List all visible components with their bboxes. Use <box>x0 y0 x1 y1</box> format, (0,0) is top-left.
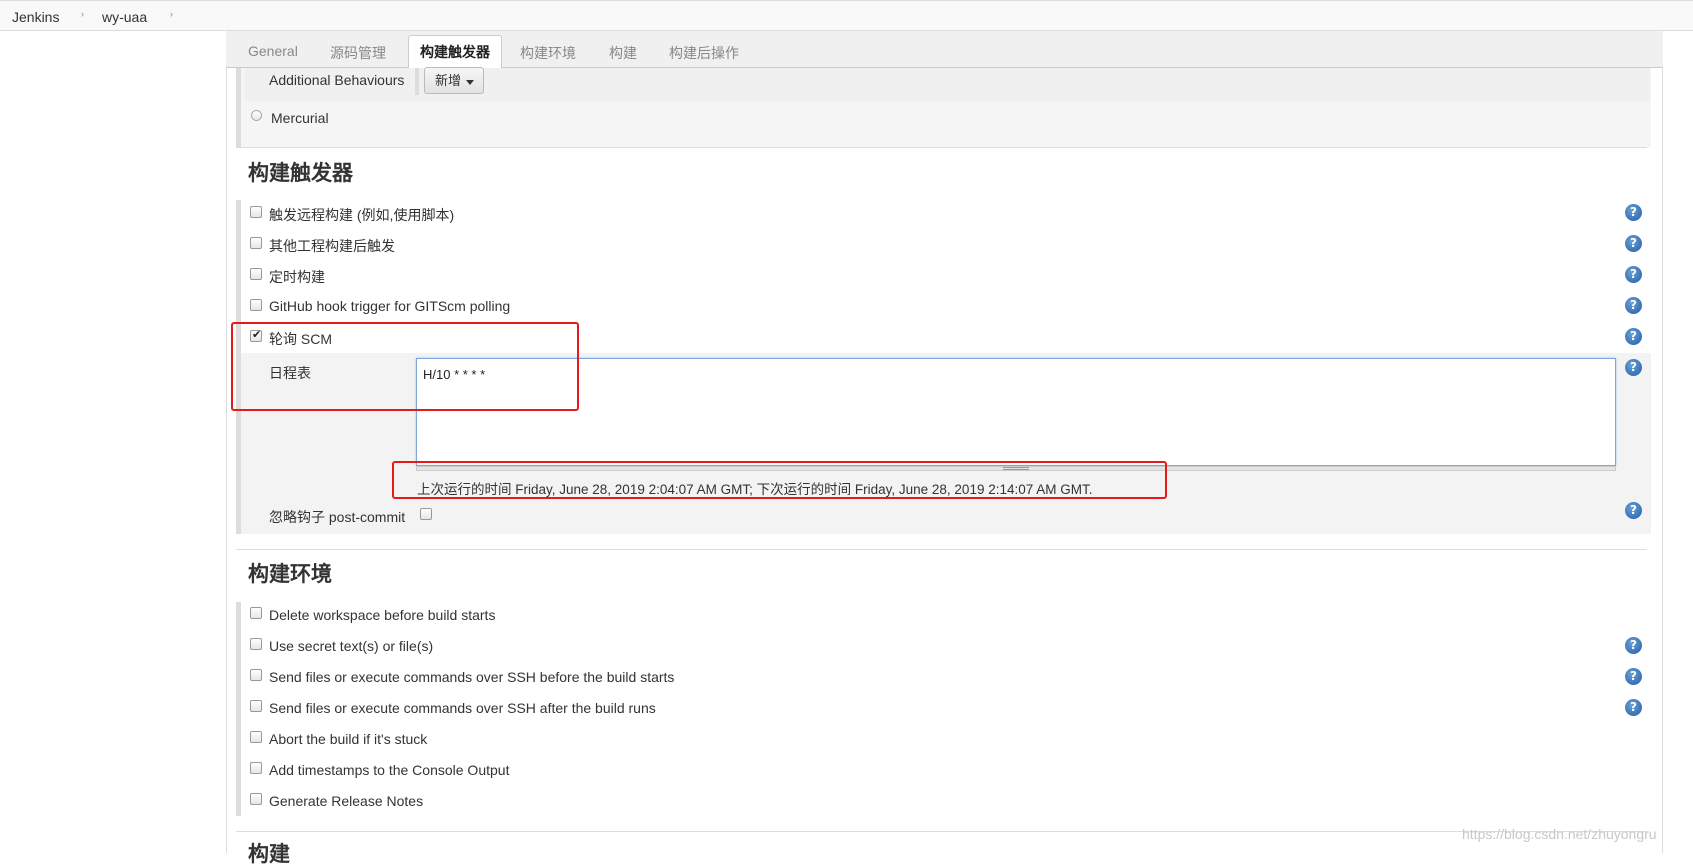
help-icon[interactable]: ? <box>1625 668 1642 685</box>
section-divider <box>236 147 1647 148</box>
help-icon[interactable]: ? <box>1625 502 1642 519</box>
schedule-textarea[interactable]: H/10 * * * * <box>416 358 1616 466</box>
ssh-after-build-checkbox[interactable] <box>250 700 262 712</box>
breadcrumb-item-jenkins[interactable]: Jenkins <box>12 9 59 25</box>
help-icon[interactable]: ? <box>1625 359 1642 376</box>
add-behaviour-button-label: 新增 <box>435 73 462 88</box>
section-divider <box>236 549 1647 550</box>
build-triggers-title: 构建触发器 <box>248 162 353 185</box>
ignore-post-commit-label: 忽略钩子 post-commit <box>269 509 406 525</box>
delete-workspace-label: Delete workspace before build starts <box>269 607 496 623</box>
additional-behaviours-label: Additional Behaviours <box>269 72 405 88</box>
caret-down-icon <box>466 80 474 85</box>
breadcrumb: Jenkins › wy-uaa › <box>0 0 1693 31</box>
tab-post-build-actions[interactable]: 构建后操作 <box>669 43 739 63</box>
trigger-after-other-checkbox[interactable] <box>250 237 262 249</box>
add-behaviour-button[interactable]: 新增 <box>424 67 484 94</box>
build-environment-title: 构建环境 <box>248 563 332 586</box>
breadcrumb-item-project[interactable]: wy-uaa <box>102 9 147 25</box>
config-tab-bar: General 源码管理 构建触发器 构建环境 构建 构建后操作 <box>226 31 1663 68</box>
secret-files-checkbox[interactable] <box>250 638 262 650</box>
environment-group-bar <box>236 602 241 816</box>
watermark: https://blog.csdn.net/zhuyongru <box>1462 826 1657 842</box>
tab-source-code-management[interactable]: 源码管理 <box>330 43 386 63</box>
trigger-remote-label: 触发远程构建 (例如,使用脚本) <box>269 207 455 223</box>
help-icon[interactable]: ? <box>1625 328 1642 345</box>
add-timestamps-label: Add timestamps to the Console Output <box>269 762 510 778</box>
help-icon[interactable]: ? <box>1625 297 1642 314</box>
add-timestamps-checkbox[interactable] <box>250 762 262 774</box>
tab-general[interactable]: General <box>248 43 298 59</box>
ignore-post-commit-checkbox[interactable] <box>420 508 432 520</box>
mercurial-radio[interactable] <box>251 110 262 121</box>
tab-build-triggers[interactable]: 构建触发器 <box>408 35 502 68</box>
help-icon[interactable]: ? <box>1625 204 1642 221</box>
help-icon[interactable]: ? <box>1625 699 1642 716</box>
delete-workspace-checkbox[interactable] <box>250 607 262 619</box>
trigger-github-hook-checkbox[interactable] <box>250 299 262 311</box>
build-section-title: 构建 <box>248 843 290 866</box>
highlight-box <box>392 461 1167 499</box>
help-icon[interactable]: ? <box>1625 235 1642 252</box>
trigger-periodic-label: 定时构建 <box>269 269 325 285</box>
trigger-after-other-label: 其他工程构建后触发 <box>269 238 395 254</box>
chevron-right-icon: › <box>81 9 84 19</box>
release-notes-checkbox[interactable] <box>250 793 262 805</box>
section-divider <box>236 831 1647 832</box>
ssh-before-build-label: Send files or execute commands over SSH … <box>269 669 675 685</box>
divider <box>415 68 419 95</box>
highlight-box <box>231 322 579 411</box>
trigger-remote-checkbox[interactable] <box>250 206 262 218</box>
secret-files-label: Use secret text(s) or file(s) <box>269 638 434 654</box>
ssh-after-build-label: Send files or execute commands over SSH … <box>269 700 656 716</box>
ssh-before-build-checkbox[interactable] <box>250 669 262 681</box>
help-icon[interactable]: ? <box>1625 637 1642 654</box>
abort-stuck-checkbox[interactable] <box>250 731 262 743</box>
release-notes-label: Generate Release Notes <box>269 793 424 809</box>
tab-build-environment[interactable]: 构建环境 <box>520 43 576 63</box>
chevron-right-icon[interactable]: › <box>170 9 173 19</box>
mercurial-label: Mercurial <box>271 110 329 126</box>
abort-stuck-label: Abort the build if it's stuck <box>269 731 428 747</box>
tab-build[interactable]: 构建 <box>609 43 637 63</box>
help-icon[interactable]: ? <box>1625 266 1642 283</box>
trigger-github-hook-label: GitHub hook trigger for GITScm polling <box>269 298 511 314</box>
trigger-periodic-checkbox[interactable] <box>250 268 262 280</box>
